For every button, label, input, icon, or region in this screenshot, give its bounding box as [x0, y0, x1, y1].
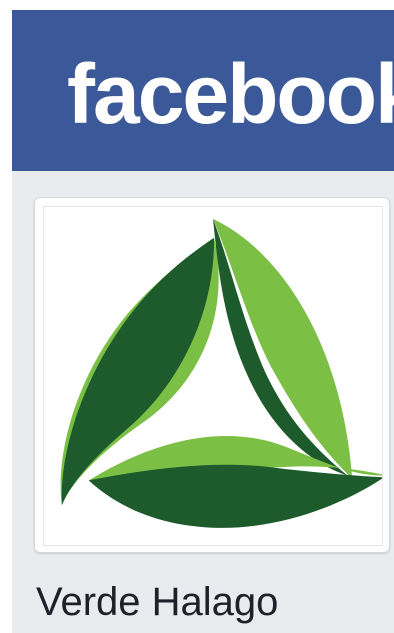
profile-picture-card[interactable] [34, 197, 390, 553]
facebook-logo[interactable]: facebook [67, 52, 394, 136]
page-title: Verde Halago [36, 580, 279, 624]
bottom-leaf-dark [88, 464, 382, 528]
facebook-page-view: facebook Verde Halago [12, 10, 394, 633]
leaf-logo-icon [60, 218, 382, 528]
profile-picture[interactable] [43, 206, 383, 546]
facebook-header: facebook [12, 10, 394, 171]
